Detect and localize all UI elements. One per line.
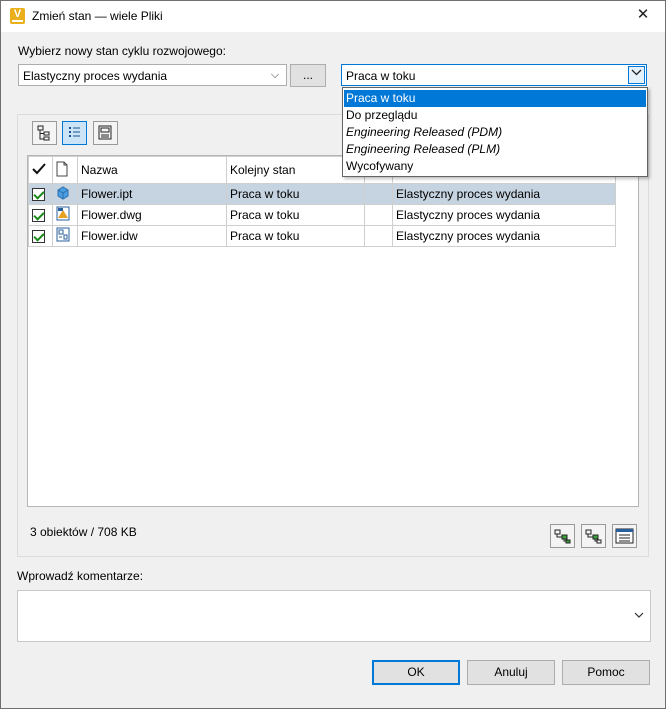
row-checkbox[interactable]	[28, 225, 53, 247]
tree-view-icon	[37, 125, 50, 141]
row-name: Flower.ipt	[77, 183, 227, 205]
column-chooser-icon	[615, 528, 634, 544]
row-name: Flower.dwg	[77, 204, 227, 226]
lifecycle-state-select[interactable]: Praca w toku	[341, 64, 647, 86]
lifecycle-definition-value: Elastyczny proces wydania	[23, 69, 168, 83]
row-name: Flower.idw	[77, 225, 227, 247]
row-next-state: Praca w toku	[226, 204, 365, 226]
row-next-state: Praca w toku	[226, 225, 365, 247]
help-button[interactable]: Pomoc	[562, 660, 650, 685]
list-view-button[interactable]	[62, 121, 87, 145]
row-extra	[364, 183, 393, 205]
dropdown-option-do-przegladu[interactable]: Do przeglądu	[344, 107, 646, 124]
drawing-idw-icon	[52, 225, 78, 247]
close-icon[interactable]: ✕	[635, 7, 651, 23]
title-bar: V Zmień stan — wiele Pliki ✕	[1, 1, 665, 32]
row-extra	[364, 225, 393, 247]
table-row[interactable]: Flower.ipt Praca w toku Elastyczny proce…	[28, 183, 616, 205]
row-process: Elastyczny proces wydania	[392, 204, 616, 226]
dropdown-option-praca-w-toku[interactable]: Praca w toku	[344, 90, 646, 107]
tree-view-button[interactable]	[32, 121, 57, 145]
chevron-down-icon[interactable]	[628, 66, 645, 84]
comment-input[interactable]	[17, 590, 651, 642]
lifecycle-state-value: Praca w toku	[346, 69, 416, 83]
state-dropdown-list: Praca w toku Do przeglądu Engineering Re…	[342, 87, 648, 177]
checkmark-icon	[32, 162, 46, 174]
collapse-tree-icon	[585, 529, 602, 544]
files-grid: Nazwa Kolejny stan Flower.ipt Praca w to…	[27, 155, 639, 507]
row-extra	[364, 204, 393, 226]
drawing-dwg-icon	[52, 204, 78, 226]
checkbox-checked[interactable]	[32, 209, 45, 223]
dropdown-option-engineering-released-pdm[interactable]: Engineering Released (PDM)	[344, 124, 646, 141]
expand-tree-icon	[554, 529, 571, 544]
collapse-all-button[interactable]	[581, 524, 606, 548]
lifecycle-prompt: Wybierz nowy stan cyklu rozwojowego:	[18, 44, 226, 58]
document-icon	[56, 161, 68, 176]
browse-button[interactable]: ...	[290, 64, 326, 87]
dropdown-option-engineering-released-plm[interactable]: Engineering Released (PLM)	[344, 141, 646, 158]
checkbox-checked[interactable]	[32, 188, 45, 202]
check-column-header[interactable]	[28, 156, 53, 184]
row-checkbox[interactable]	[28, 204, 53, 226]
row-process: Elastyczny proces wydania	[392, 183, 616, 205]
lifecycle-definition-select[interactable]: Elastyczny proces wydania ⌵	[18, 64, 287, 86]
expand-all-button[interactable]	[550, 524, 575, 548]
row-next-state: Praca w toku	[226, 183, 365, 205]
row-process: Elastyczny proces wydania	[392, 225, 616, 247]
table-row[interactable]: Flower.dwg Praca w toku Elastyczny proce…	[28, 204, 616, 226]
row-checkbox[interactable]	[28, 183, 53, 205]
table-row[interactable]: Flower.idw Praca w toku Elastyczny proce…	[28, 225, 616, 247]
list-view-icon	[69, 127, 80, 137]
column-chooser-button[interactable]	[612, 524, 637, 548]
comment-label: Wprowadź komentarze:	[17, 569, 144, 583]
file-type-column-header[interactable]	[52, 156, 78, 184]
ok-button[interactable]: OK	[372, 660, 460, 685]
tile-view-button[interactable]	[93, 121, 118, 145]
chevron-down-icon: ⌵	[270, 69, 280, 81]
window-title: Zmień stan — wiele Pliki	[32, 9, 163, 23]
dialog-window: V Zmień stan — wiele Pliki ✕ Wybierz now…	[0, 0, 666, 709]
part-file-icon	[52, 183, 78, 205]
cancel-button[interactable]: Anuluj	[467, 660, 555, 685]
vault-app-icon: V	[10, 8, 25, 24]
chevron-down-icon[interactable]	[634, 611, 644, 622]
tile-view-icon	[98, 125, 112, 140]
status-count: 3 obiektów / 708 KB	[30, 525, 137, 539]
checkbox-checked[interactable]	[32, 230, 45, 244]
dropdown-option-wycofywany[interactable]: Wycofywany	[344, 158, 646, 175]
column-header-name[interactable]: Nazwa	[77, 156, 227, 184]
